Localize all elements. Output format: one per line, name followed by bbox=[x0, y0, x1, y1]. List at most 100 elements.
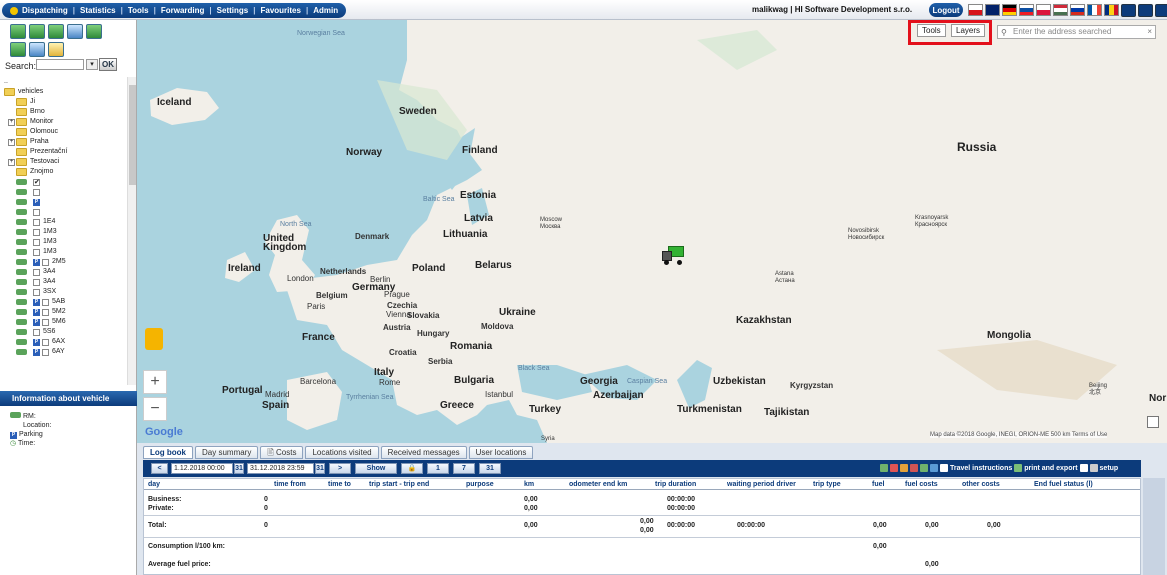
menu-favourites[interactable]: Favourites bbox=[260, 6, 300, 15]
menu-forwarding[interactable]: Forwarding bbox=[161, 6, 205, 15]
flag-de-icon[interactable] bbox=[1002, 4, 1017, 16]
checklist-icon[interactable] bbox=[67, 24, 83, 39]
menu-settings[interactable]: Settings bbox=[217, 6, 249, 15]
tree-scrollbar[interactable] bbox=[127, 77, 136, 385]
logout-button[interactable]: Logout bbox=[929, 3, 963, 17]
col-waiting-period-driver[interactable]: waiting period driver bbox=[727, 481, 796, 488]
col-time-to[interactable]: time to bbox=[328, 481, 351, 488]
tree-folder[interactable]: + Praha bbox=[4, 137, 126, 147]
tree-vehicle[interactable]: P 5M2 bbox=[4, 307, 126, 317]
logbook-scrollbar[interactable] bbox=[1143, 478, 1165, 575]
tab-log-book[interactable]: Log book bbox=[143, 446, 193, 459]
vehicle-checkbox[interactable] bbox=[33, 288, 40, 296]
tab-user-locations[interactable]: User locations bbox=[468, 446, 534, 459]
expand-icon[interactable]: + bbox=[8, 118, 15, 126]
map[interactable]: Iceland Norwegian Sea Sweden Norway Finl… bbox=[137, 20, 1167, 443]
setup-icon[interactable] bbox=[1089, 464, 1098, 472]
print-icon[interactable] bbox=[1014, 464, 1023, 472]
tree-folder[interactable]: Prezentační bbox=[4, 147, 126, 157]
vehicle-checkbox[interactable] bbox=[33, 208, 40, 216]
tab-costs[interactable]: 🖹 Costs bbox=[260, 446, 304, 459]
search-ok-button[interactable]: OK bbox=[99, 58, 117, 71]
flag-icon[interactable] bbox=[910, 464, 918, 472]
vehicle-checkbox[interactable] bbox=[33, 328, 40, 336]
vehicle-checkbox[interactable] bbox=[42, 348, 49, 356]
vehicle-add-icon[interactable] bbox=[10, 24, 26, 39]
tab-day-summary[interactable]: Day summary bbox=[195, 446, 259, 459]
scrollbar-thumb[interactable] bbox=[129, 85, 136, 185]
vehicle-checkbox[interactable] bbox=[33, 188, 40, 196]
col-fuel-costs[interactable]: fuel costs bbox=[905, 481, 938, 488]
tree-vehicle[interactable]: P bbox=[4, 197, 126, 207]
tree-folder[interactable]: + Monitor bbox=[4, 117, 126, 127]
vehicle-checkbox[interactable] bbox=[42, 338, 49, 346]
vehicle-checkbox[interactable] bbox=[33, 228, 40, 236]
tree-vehicle[interactable]: P 2M5 bbox=[4, 257, 126, 267]
tree-vehicle[interactable]: 3A4 bbox=[4, 277, 126, 287]
tree-vehicle[interactable]: 3SX bbox=[4, 287, 126, 297]
map-fullscreen-icon[interactable] bbox=[1147, 416, 1159, 428]
tree-root[interactable]: .. bbox=[4, 77, 126, 87]
travel-instructions-link[interactable]: Travel instructions bbox=[950, 465, 1012, 472]
expand-icon[interactable]: + bbox=[8, 158, 15, 166]
vehicle-group-icon[interactable] bbox=[48, 24, 64, 39]
col-time-from[interactable]: time from bbox=[274, 481, 306, 488]
tree-folder[interactable]: Ji bbox=[4, 97, 126, 107]
tree-folder[interactable]: Brno bbox=[4, 107, 126, 117]
col-trip-type[interactable]: trip type bbox=[813, 481, 841, 488]
vehicle-checkbox[interactable] bbox=[42, 258, 49, 266]
map-pin-icon[interactable] bbox=[890, 464, 898, 472]
vehicle-marker-truck-icon[interactable] bbox=[662, 246, 687, 266]
user-icon[interactable] bbox=[1138, 4, 1153, 17]
address-search-input[interactable]: ⚲ Enter the address searched × bbox=[997, 25, 1156, 39]
col-day[interactable]: day bbox=[148, 481, 160, 488]
tree-folder[interactable]: Olomouc bbox=[4, 127, 126, 137]
calendar-to-icon[interactable]: 31 bbox=[315, 463, 325, 474]
tree-vehicle[interactable]: 3A4 bbox=[4, 267, 126, 277]
flag-cz-icon[interactable] bbox=[968, 4, 983, 16]
menu-admin[interactable]: Admin bbox=[313, 6, 338, 15]
vehicle-checkbox[interactable] bbox=[33, 238, 40, 246]
flag-uk-icon[interactable] bbox=[985, 4, 1000, 16]
refresh-icon[interactable] bbox=[880, 464, 888, 472]
document-icon[interactable] bbox=[940, 464, 948, 472]
vehicle-checkbox[interactable] bbox=[33, 278, 40, 286]
tree-vehicle[interactable]: 1M3 bbox=[4, 247, 126, 257]
prev-period-button[interactable]: < bbox=[151, 463, 168, 474]
tree-vehicle[interactable]: P 6AX bbox=[4, 337, 126, 347]
vehicle-checkbox[interactable]: ✔ bbox=[33, 178, 40, 186]
vehicle-info-icon[interactable] bbox=[10, 42, 26, 57]
vehicle-route-icon[interactable] bbox=[86, 24, 102, 39]
period-1-day-button[interactable]: 1 bbox=[427, 463, 449, 474]
period-31-days-button[interactable]: 31 bbox=[479, 463, 501, 474]
col-other-costs[interactable]: other costs bbox=[962, 481, 1000, 488]
menu-dispatching[interactable]: Dispatching bbox=[22, 6, 68, 15]
calendar-from-icon[interactable]: 31 bbox=[234, 463, 244, 474]
col-km[interactable]: km bbox=[524, 481, 534, 488]
save-icon[interactable] bbox=[1155, 4, 1167, 17]
menu-statistics[interactable]: Statistics bbox=[80, 6, 116, 15]
vehicle-edit-icon[interactable] bbox=[29, 24, 45, 39]
street-view-pegman-icon[interactable] bbox=[145, 328, 163, 350]
map-icon[interactable] bbox=[930, 464, 938, 472]
folder-icon[interactable] bbox=[48, 42, 64, 57]
vehicle-checkbox[interactable] bbox=[42, 318, 49, 326]
next-period-button[interactable]: > bbox=[329, 463, 351, 474]
tree-vehicle[interactable]: P 5M6 bbox=[4, 317, 126, 327]
tab-locations-visited[interactable]: Locations visited bbox=[305, 446, 379, 459]
window-icon[interactable] bbox=[1121, 4, 1136, 17]
print-export-link[interactable]: print and export bbox=[1024, 465, 1077, 472]
vehicle-checkbox[interactable] bbox=[33, 268, 40, 276]
grid-icon[interactable] bbox=[29, 42, 45, 57]
terms-link[interactable]: Terms of Use bbox=[1072, 432, 1107, 438]
export-icon[interactable] bbox=[1079, 464, 1088, 472]
vehicle-checkbox[interactable] bbox=[33, 248, 40, 256]
period-7-days-button[interactable]: 7 bbox=[453, 463, 475, 474]
flag-pl-icon[interactable] bbox=[1036, 4, 1051, 16]
tree-folder[interactable]: Znojmo bbox=[4, 167, 126, 177]
menu-tools[interactable]: Tools bbox=[128, 6, 149, 15]
flag-hu-icon[interactable] bbox=[1053, 4, 1068, 16]
col-end-fuel-status[interactable]: End fuel status (l) bbox=[1034, 481, 1093, 488]
lock-icon[interactable]: 🔒 bbox=[401, 463, 423, 474]
vehicle-checkbox[interactable] bbox=[42, 308, 49, 316]
